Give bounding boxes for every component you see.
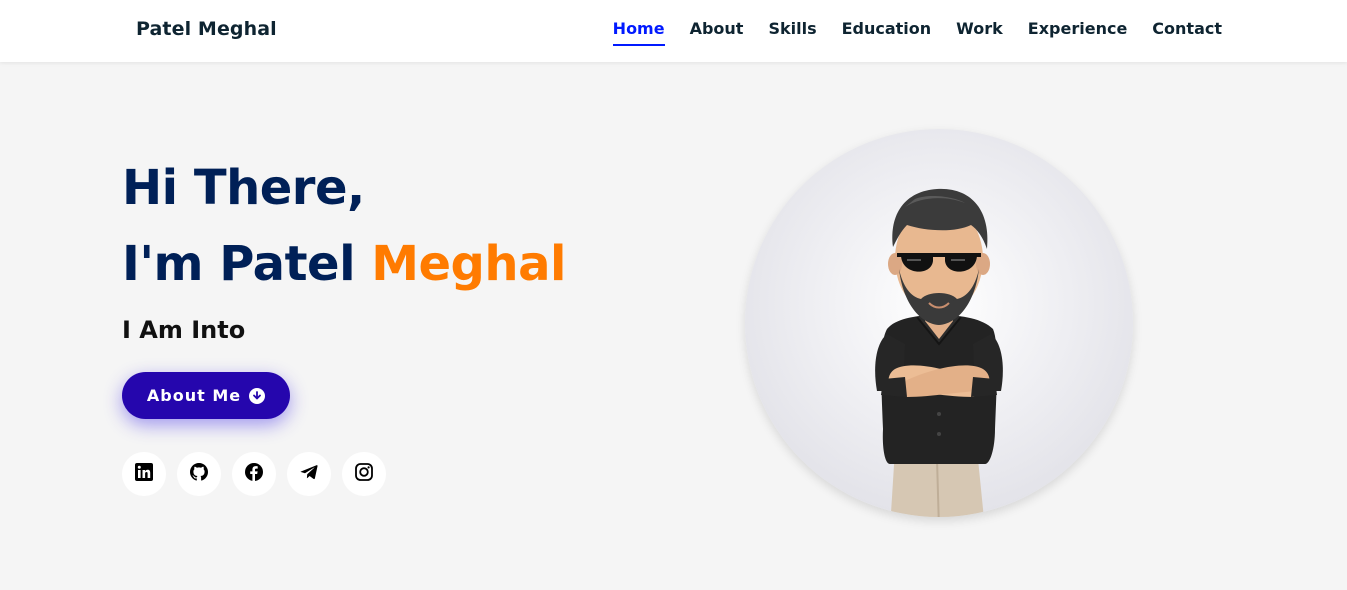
social-links	[122, 452, 397, 496]
telegram-link[interactable]	[287, 452, 331, 496]
linkedin-link[interactable]	[122, 452, 166, 496]
hero-greeting: Hi There,	[122, 160, 365, 216]
telegram-icon	[299, 462, 319, 486]
profile-avatar	[745, 129, 1133, 517]
hero-name-accent: Meghal	[371, 236, 566, 292]
nav-home[interactable]: Home	[612, 19, 665, 46]
github-link[interactable]	[177, 452, 221, 496]
hero-subtitle: I Am Into	[122, 316, 246, 344]
site-logo[interactable]: Patel Meghal	[136, 18, 277, 40]
nav-experience[interactable]: Experience	[1028, 19, 1128, 46]
facebook-icon	[244, 462, 264, 486]
linkedin-icon	[134, 462, 154, 486]
top-navbar: Patel Meghal Home About Skills Education…	[0, 0, 1347, 62]
instagram-icon	[354, 462, 374, 486]
hero-name-prefix: I'm Patel	[122, 236, 372, 292]
instagram-link[interactable]	[342, 452, 386, 496]
hero-name: I'm Patel Meghal	[122, 236, 566, 292]
nav-skills[interactable]: Skills	[768, 19, 816, 46]
facebook-link[interactable]	[232, 452, 276, 496]
nav-about[interactable]: About	[690, 19, 744, 46]
github-icon	[189, 462, 209, 486]
arrow-circle-down-icon	[249, 387, 266, 404]
avatar-illustration	[875, 188, 1003, 517]
main-nav: Home About Skills Education Work Experie…	[588, 19, 1222, 46]
about-me-button[interactable]: About Me	[122, 372, 290, 419]
nav-work[interactable]: Work	[956, 19, 1003, 46]
nav-education[interactable]: Education	[842, 19, 932, 46]
about-me-button-label: About Me	[146, 386, 242, 405]
nav-contact[interactable]: Contact	[1152, 19, 1222, 46]
